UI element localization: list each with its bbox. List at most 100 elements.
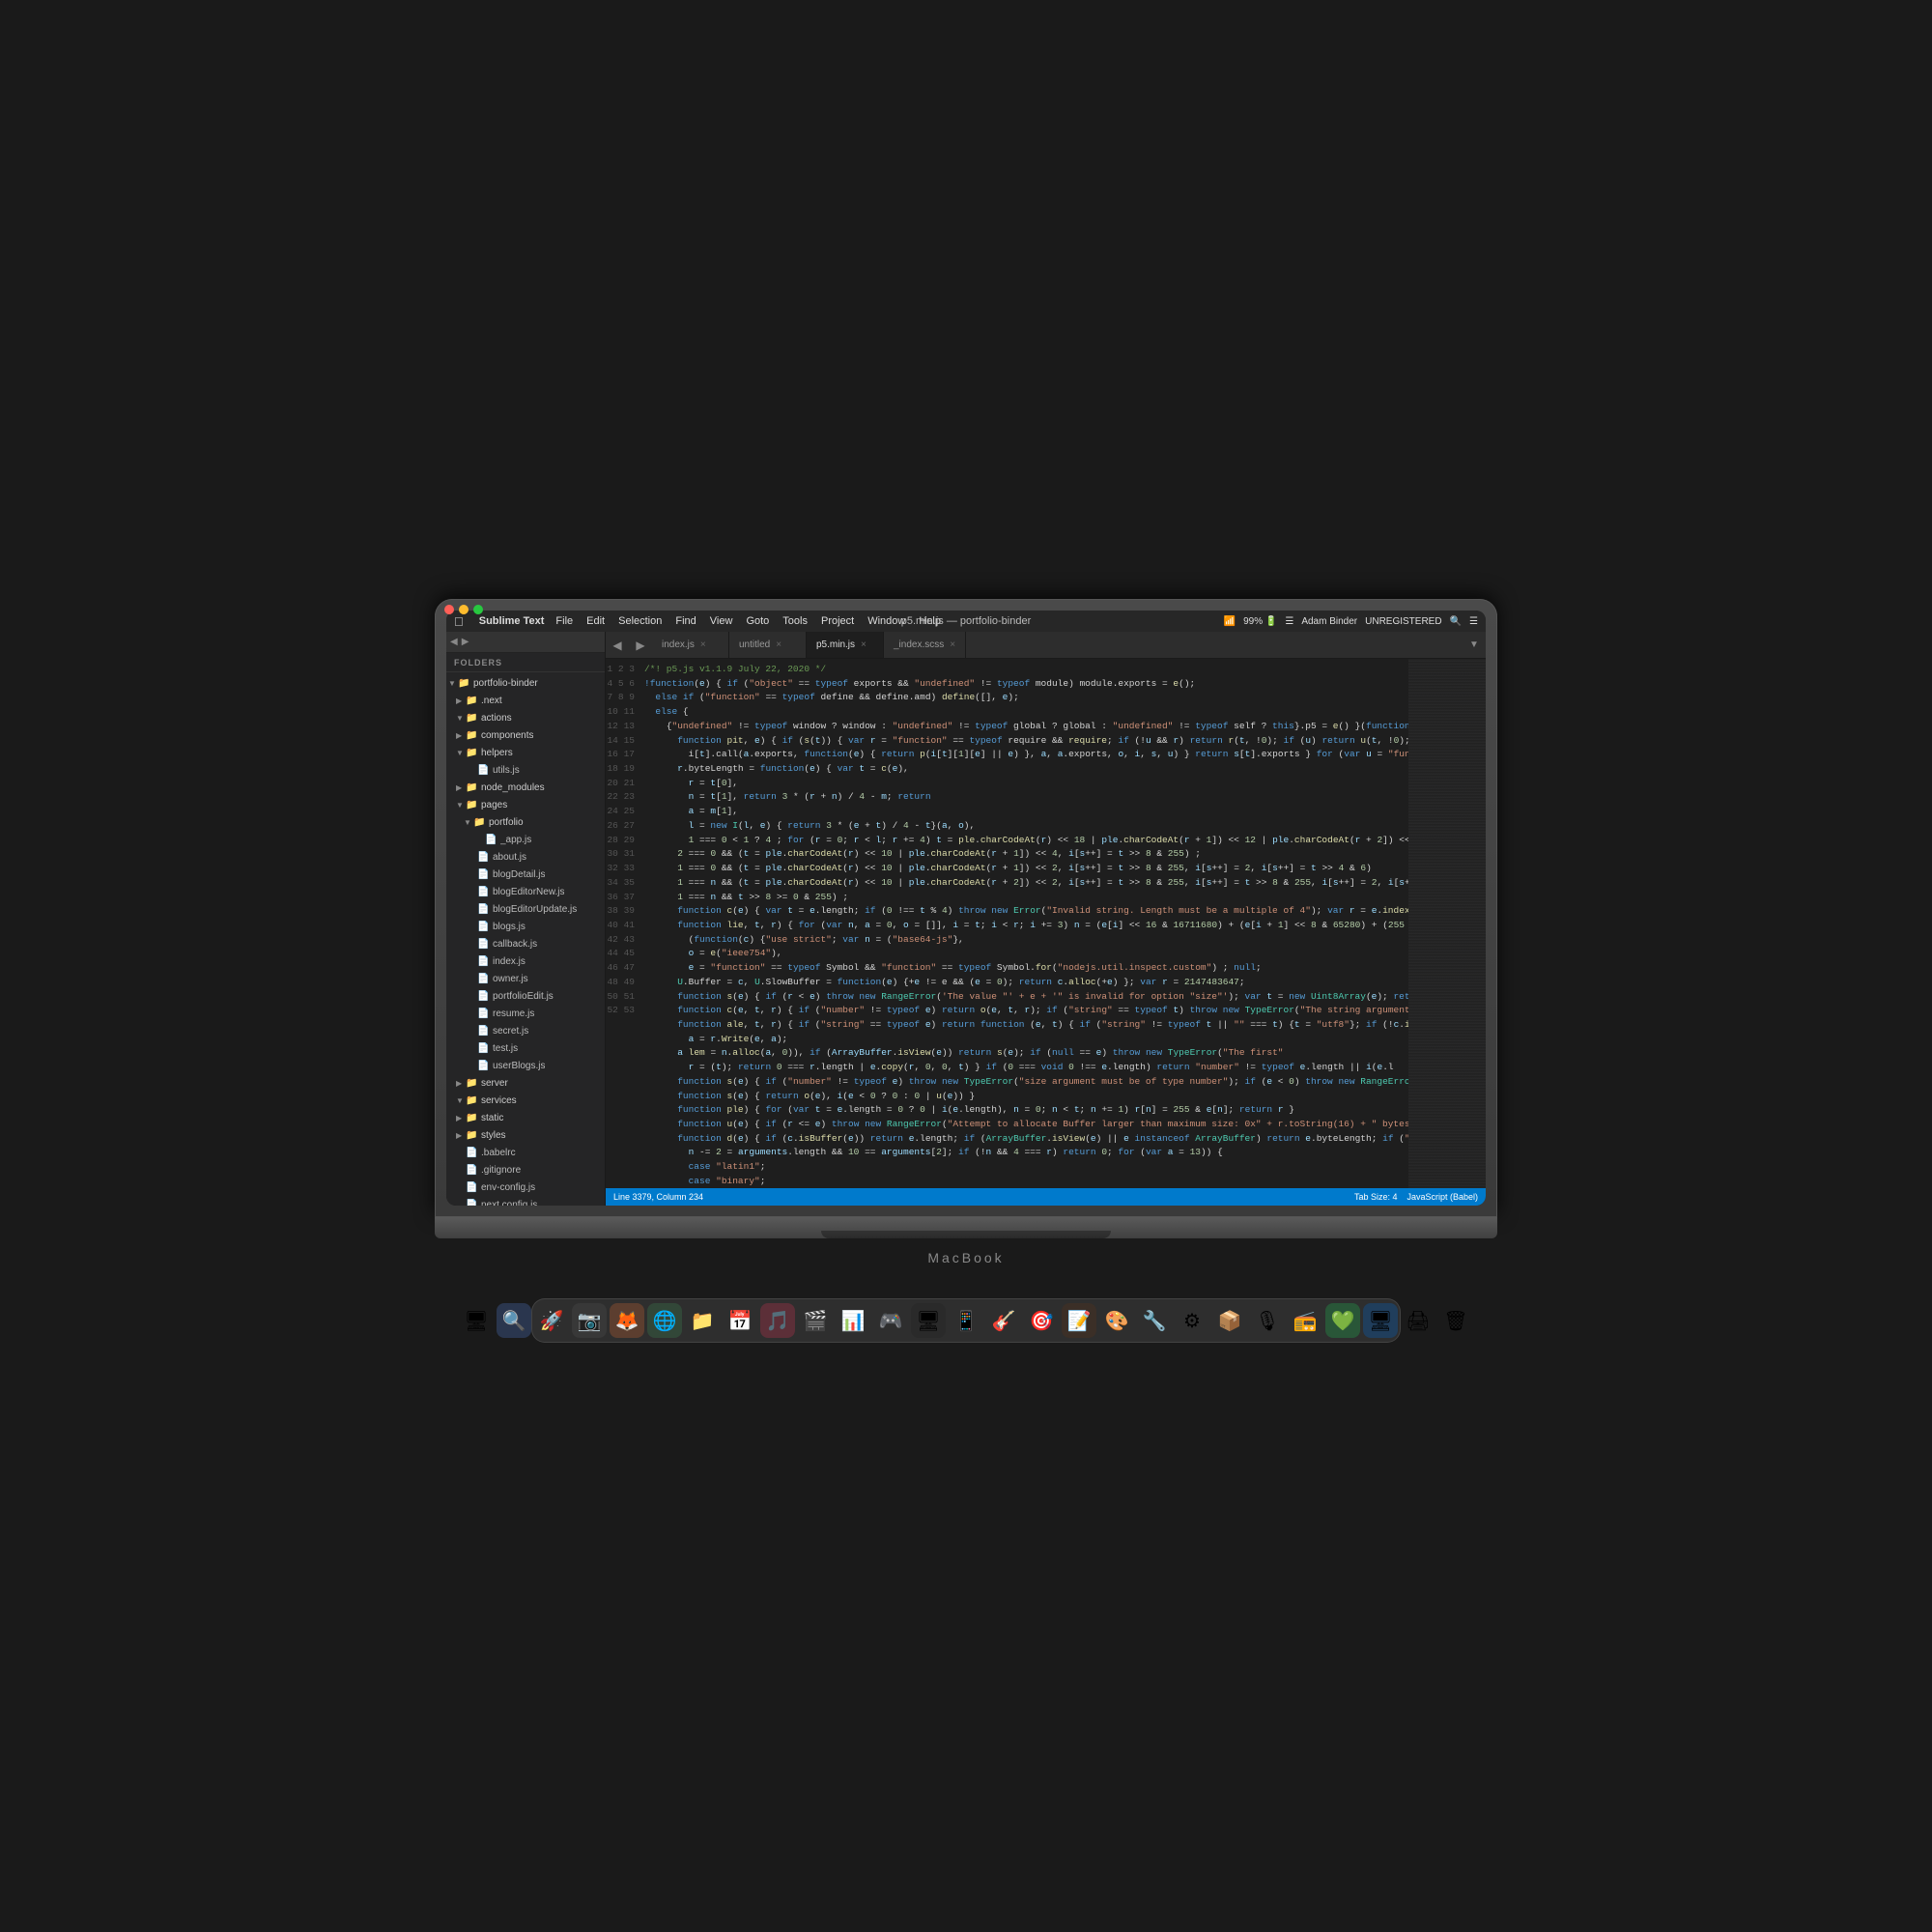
sidebar-item-test[interactable]: 📄 test.js [446,1039,605,1057]
menu-window[interactable]: Window [867,615,905,627]
dock-item-radio[interactable]: 📻 [1288,1303,1322,1338]
search-icon[interactable]: 🔍 [1450,616,1462,627]
sidebar-item-pages[interactable]: ▼ 📁 pages [446,796,605,813]
datetime: ☰ [1285,616,1293,627]
tab-untitled[interactable]: untitled × [729,632,807,658]
close-button[interactable] [444,605,454,614]
sidebar-item-gitignore[interactable]: 📄 .gitignore [446,1161,605,1179]
sidebar-item-resume[interactable]: 📄 resume.js [446,1005,605,1022]
sidebar-item-app-js[interactable]: 📄 _app.js [446,831,605,848]
dock-item-activity[interactable]: 📊 [836,1303,870,1338]
menu-tools[interactable]: Tools [782,615,808,627]
status-language: JavaScript (Babel) [1406,1192,1478,1202]
sidebar-item-server[interactable]: ▶ 📁 server [446,1074,605,1092]
minimap-content [1408,659,1486,1188]
nav-back-icon[interactable]: ◀ [450,637,458,647]
sidebar-item-userblogs[interactable]: 📄 userBlogs.js [446,1057,605,1074]
tab-index-scss[interactable]: _index.scss × [884,632,966,658]
sidebar-item-next[interactable]: ▶ 📁 .next [446,692,605,709]
status-right: Tab Size: 4 JavaScript (Babel) [1354,1192,1478,1202]
minimize-button[interactable] [459,605,469,614]
dock-item-photos[interactable]: 📷 [572,1303,607,1338]
dock-item-package[interactable]: 📦 [1212,1303,1247,1338]
sidebar-item-blogeditornew[interactable]: 📄 blogEditorNew.js [446,883,605,900]
window-title: p5.min.js — portfolio-binder [901,615,1032,627]
menu-bar:  Sublime Text File Edit Selection Find … [446,611,1486,632]
tab-nav-back[interactable]: ◀ [606,632,629,658]
dock-item-music[interactable]: 🎵 [760,1303,795,1338]
sidebar-item-components[interactable]: ▶ 📁 components [446,726,605,744]
dock-item-terminal[interactable]: 🖥 [911,1303,946,1338]
sidebar-item-blogeditorupdate[interactable]: 📄 blogEditorUpdate.js [446,900,605,918]
dock-item-podcast[interactable]: 🎙 [1250,1303,1285,1338]
sidebar-item-babelrc[interactable]: 📄 .babelrc [446,1144,605,1161]
sidebar-item-styles[interactable]: ▶ 📁 styles [446,1126,605,1144]
menu-find[interactable]: Find [675,615,696,627]
dock-item-game[interactable]: 🎮 [873,1303,908,1338]
sidebar-item-portfolioedit[interactable]: 📄 portfolioEdit.js [446,987,605,1005]
sidebar-item-static[interactable]: ▶ 📁 static [446,1109,605,1126]
sidebar-item-portfolio[interactable]: ▼ 📁 portfolio [446,813,605,831]
dock-item-calendar[interactable]: 📅 [723,1303,757,1338]
user-name: Adam Binder [1301,616,1357,627]
maximize-button[interactable] [473,605,483,614]
minimap [1408,659,1486,1188]
tab-nav-forward[interactable]: ▶ [629,632,652,658]
menu-bar-right: 📶 99% 🔋 ☰ Adam Binder UNREGISTERED 🔍 ☰ [1224,616,1478,627]
dock-item-preview[interactable]: 🎬 [798,1303,833,1338]
dock-item-launchpad[interactable]: 🚀 [534,1303,569,1338]
sidebar-item-node-modules[interactable]: ▶ 📁 node_modules [446,779,605,796]
dock-item-guitar[interactable]: 🎸 [986,1303,1021,1338]
code-content[interactable]: /*! p5.js v1.1.9 July 22, 2020 */ !funct… [640,659,1408,1188]
menu-icon[interactable]: ☰ [1469,616,1478,627]
tab-p5-min-js[interactable]: p5.min.js × [807,632,884,658]
screen-bezel:  Sublime Text File Edit Selection Find … [446,611,1486,1206]
sidebar-item-helpers[interactable]: ▼ 📁 helpers [446,744,605,761]
dock-item-wrench[interactable]: 🔧 [1137,1303,1172,1338]
sidebar-header: FOLDERS [446,653,605,672]
menu-edit[interactable]: Edit [586,615,605,627]
dock-item-finder[interactable]: 🖥 [459,1303,494,1338]
macbook-lid:  Sublime Text File Edit Selection Find … [435,599,1497,1217]
dock-item-sublime[interactable]: 📝 [1062,1303,1096,1338]
sidebar-item-next-config[interactable]: 📄 next.config.js [446,1196,605,1206]
dock-item-print[interactable]: 🖨 [1401,1303,1435,1338]
menu-bar-left:  Sublime Text File Edit Selection Find … [454,614,941,629]
dock-item-art[interactable]: 🎨 [1099,1303,1134,1338]
sidebar-item-utils[interactable]: 📄 utils.js [446,761,605,779]
sidebar-item-blogdetail[interactable]: 📄 blogDetail.js [446,866,605,883]
dock-item-vscode[interactable]: 🖥 [1363,1303,1398,1338]
menu-selection[interactable]: Selection [618,615,662,627]
menu-project[interactable]: Project [821,615,854,627]
dock-item-target[interactable]: 🎯 [1024,1303,1059,1338]
dock-item-trash[interactable]: 🗑 [1438,1303,1473,1338]
tab-index-js[interactable]: index.js × [652,632,729,658]
sidebar-item-secret[interactable]: 📄 secret.js [446,1022,605,1039]
dock-item-files[interactable]: 📁 [685,1303,720,1338]
sidebar-item-callback[interactable]: 📄 callback.js [446,935,605,952]
sidebar-item-blogs[interactable]: 📄 blogs.js [446,918,605,935]
menu-view[interactable]: View [710,615,733,627]
sidebar-item-services[interactable]: ▼ 📁 services [446,1092,605,1109]
dock-item-firefox[interactable]: 🦊 [610,1303,644,1338]
tab-dropdown-btn[interactable]: ▼ [1463,632,1486,658]
sidebar-item-env-config[interactable]: 📄 env-config.js [446,1179,605,1196]
sidebar-item-owner[interactable]: 📄 owner.js [446,970,605,987]
menu-goto[interactable]: Goto [746,615,769,627]
dock-item-spotify[interactable]: 💚 [1325,1303,1360,1338]
status-bar: Line 3379, Column 234 Tab Size: 4 JavaSc… [606,1188,1486,1206]
menu-file[interactable]: File [555,615,573,627]
apple-logo-icon[interactable]:  [454,614,464,629]
dock-item-gear[interactable]: ⚙ [1175,1303,1209,1338]
hinge-bar [821,1231,1111,1238]
dock-item-chrome[interactable]: 🌐 [647,1303,682,1338]
dock-item-iphone[interactable]: 📱 [949,1303,983,1338]
sidebar-item-about[interactable]: 📄 about.js [446,848,605,866]
nav-forward-icon[interactable]: ▶ [462,637,469,647]
sidebar-item-actions[interactable]: ▼ 📁 actions [446,709,605,726]
dock-item-siri[interactable]: 🔍 [497,1303,531,1338]
dock: 🖥 🔍 🚀 📷 🦊 🌐 📁 📅 🎵 🎬 📊 🎮 🖥 📱 🎸 🎯 📝 🎨 🔧 ⚙ … [531,1298,1401,1343]
menu-items: File Edit Selection Find View Goto Tools… [555,615,941,627]
sidebar-item-portfolio-binder[interactable]: ▼ 📁 portfolio-binder [446,674,605,692]
sidebar-item-index[interactable]: 📄 index.js [446,952,605,970]
